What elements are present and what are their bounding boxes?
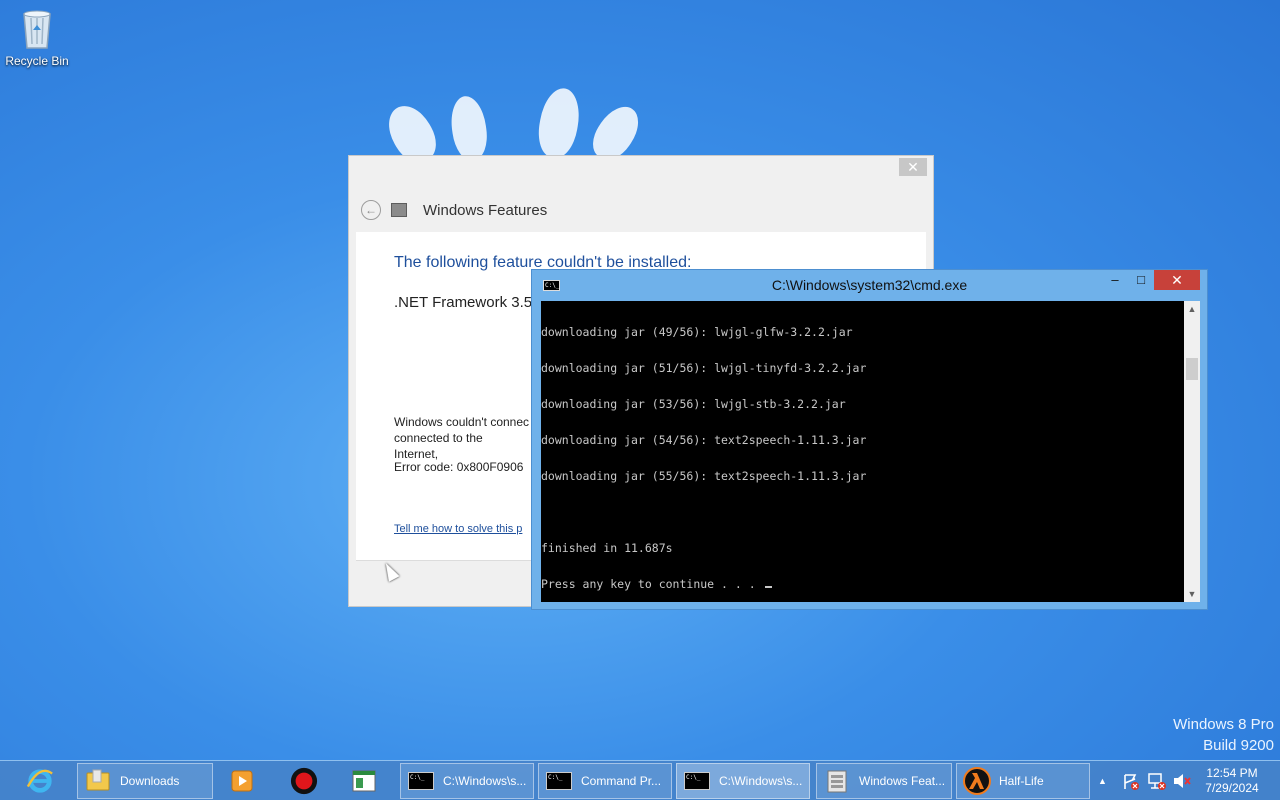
error-message-line: Windows couldn't connec xyxy=(394,415,530,429)
wallpaper-petal xyxy=(534,85,584,161)
taskbar-label: Downloads xyxy=(120,774,180,788)
console-line: downloading jar (51/56): lwjgl-tinyfd-3.… xyxy=(541,361,867,375)
error-code: Error code: 0x800F0906 xyxy=(394,460,524,474)
console-line: downloading jar (53/56): lwjgl-stb-3.2.2… xyxy=(541,397,846,411)
console-output[interactable]: downloading jar (49/56): lwjgl-glfw-3.2.… xyxy=(541,301,1184,602)
taskbar-media-player[interactable] xyxy=(228,763,264,799)
taskbar-label: C:\Windows\s... xyxy=(443,774,527,788)
windows-features-icon xyxy=(823,768,851,794)
wallpaper-petal xyxy=(447,93,491,163)
network-icon[interactable] xyxy=(1146,763,1168,799)
dialog-title: Windows Features xyxy=(423,201,548,219)
cmd-window: C:\_ C:\Windows\system32\cmd.exe – □ ✕ d… xyxy=(531,269,1208,610)
console-line: downloading jar (54/56): text2speech-1.1… xyxy=(541,433,867,447)
action-center-icon[interactable] xyxy=(1120,763,1142,799)
console-line: Press any key to continue . . . xyxy=(541,577,763,591)
console-line: downloading jar (55/56): text2speech-1.1… xyxy=(541,469,867,483)
dialog-header: ← Windows Features xyxy=(361,200,547,220)
volume-muted-icon[interactable] xyxy=(1172,763,1192,799)
os-watermark: Windows 8 Pro Build 9200 xyxy=(1173,714,1274,756)
scroll-thumb[interactable] xyxy=(1186,358,1198,380)
cmd-icon: C:\_ xyxy=(684,772,710,790)
recycle-bin[interactable]: Recycle Bin xyxy=(4,6,70,68)
os-edition: Windows 8 Pro xyxy=(1173,716,1274,733)
maximize-button[interactable]: □ xyxy=(1130,270,1152,290)
record-icon xyxy=(290,767,318,795)
close-button[interactable]: ✕ xyxy=(1154,270,1200,290)
clock-time: 12:54 PM xyxy=(1206,766,1258,780)
taskbar-command-prompt[interactable]: C:\_ Command Pr... xyxy=(538,763,672,799)
help-link[interactable]: Tell me how to solve this p xyxy=(394,523,522,535)
taskbar-downloads[interactable]: Downloads xyxy=(77,763,213,799)
media-player-icon xyxy=(228,768,256,794)
taskbar-label: Half-Life xyxy=(999,774,1044,788)
taskbar-label: Windows Feat... xyxy=(859,774,946,788)
taskbar-label: Command Pr... xyxy=(581,774,662,788)
back-arrow-icon[interactable]: ← xyxy=(361,200,381,220)
taskbar-label: C:\Windows\s... xyxy=(719,774,803,788)
half-life-icon xyxy=(963,767,991,795)
windows-features-icon xyxy=(391,203,407,217)
cmd-icon: C:\_ xyxy=(407,768,435,794)
console-prompt-line: Press any key to continue . . . xyxy=(541,578,1184,590)
cmd-icon: C:\_ xyxy=(545,768,573,794)
os-build: Build 9200 xyxy=(1203,737,1274,754)
show-hidden-icons-button[interactable]: ▲ xyxy=(1098,763,1112,799)
vertical-scrollbar[interactable]: ▲ ▼ xyxy=(1184,301,1200,602)
system-clock[interactable]: 12:54 PM 7/29/2024 xyxy=(1196,766,1268,796)
taskbar-half-life[interactable]: Half-Life xyxy=(956,763,1090,799)
cmd-icon: C:\_ xyxy=(546,772,572,790)
internet-explorer-icon xyxy=(26,768,54,794)
taskbar-recorder[interactable] xyxy=(290,763,326,799)
window-app-icon xyxy=(350,768,378,794)
close-button[interactable]: ✕ xyxy=(899,158,927,176)
cmd-icon: C:\_ xyxy=(408,772,434,790)
error-message-line: connected to the Internet, xyxy=(394,431,483,461)
minimize-button[interactable]: – xyxy=(1104,270,1126,290)
taskbar: Downloads C:\_ C:\Windows\s... C:\_ Comm… xyxy=(0,760,1280,800)
taskbar-internet-explorer[interactable] xyxy=(26,763,62,799)
cmd-titlebar[interactable]: C:\_ C:\Windows\system32\cmd.exe – □ ✕ xyxy=(532,270,1207,301)
taskbar-cmd-1[interactable]: C:\_ C:\Windows\s... xyxy=(400,763,534,799)
cmd-icon: C:\_ xyxy=(683,768,711,794)
scroll-down-icon[interactable]: ▼ xyxy=(1184,586,1200,602)
folder-icon xyxy=(84,768,112,794)
taskbar-app[interactable] xyxy=(350,763,386,799)
recycle-bin-icon xyxy=(20,6,54,50)
scroll-up-icon[interactable]: ▲ xyxy=(1184,301,1200,317)
clock-date: 7/29/2024 xyxy=(1205,781,1259,795)
error-message: Windows couldn't connec connected to the… xyxy=(394,414,530,462)
console-line: downloading jar (49/56): lwjgl-glfw-3.2.… xyxy=(541,325,853,339)
recycle-bin-label: Recycle Bin xyxy=(5,54,69,68)
console-line: finished in 11.687s xyxy=(541,541,673,555)
taskbar-cmd-2[interactable]: C:\_ C:\Windows\s... xyxy=(676,763,810,799)
text-cursor xyxy=(764,586,772,588)
feature-name: .NET Framework 3.5 ( xyxy=(394,294,542,311)
taskbar-windows-features[interactable]: Windows Feat... xyxy=(816,763,952,799)
console-line: ​ xyxy=(541,506,1184,518)
